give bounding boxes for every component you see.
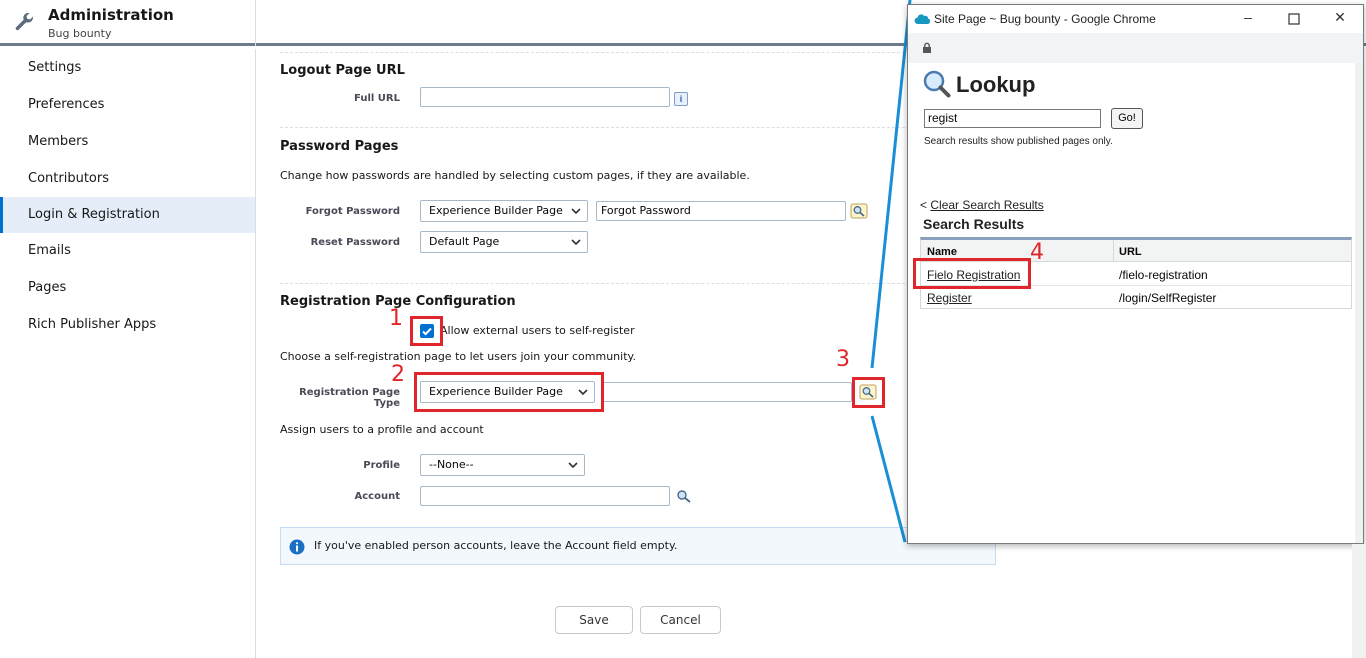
annotation-number-1: 1: [389, 306, 403, 331]
lookup-icon[interactable]: [675, 488, 693, 504]
popup-address-bar: [908, 33, 1363, 63]
section-divider: [280, 283, 920, 284]
lookup-popup-window: Site Page ~ Bug bounty - Google Chrome –…: [907, 4, 1364, 544]
save-button[interactable]: Save: [555, 606, 633, 634]
popup-titlebar: Site Page ~ Bug bounty - Google Chrome –…: [908, 5, 1363, 33]
popup-scrollbar[interactable]: [1355, 63, 1363, 543]
table-row: Register /login/SelfRegister: [921, 287, 1351, 309]
info-circle-icon: [289, 539, 305, 555]
cancel-button[interactable]: Cancel: [640, 606, 721, 634]
password-section-title: Password Pages: [280, 139, 399, 154]
magnifier-icon: [923, 70, 951, 98]
clear-search-results-link[interactable]: Clear Search Results: [930, 198, 1043, 212]
sidebar-item-preferences[interactable]: Preferences: [0, 87, 255, 123]
page-scrollbar[interactable]: [1352, 544, 1366, 658]
result-url: /fielo-registration: [1119, 268, 1208, 282]
app-title: Administration: [48, 6, 174, 24]
app-subtitle: Bug bounty: [48, 27, 112, 40]
chevron-down-icon: [571, 208, 581, 215]
header-divider: [255, 0, 256, 46]
password-description: Change how passwords are handled by sele…: [280, 169, 750, 182]
popup-window-title: Site Page ~ Bug bounty - Google Chrome: [934, 12, 1156, 26]
section-divider: [280, 127, 920, 128]
registration-choose-text: Choose a self-registration page to let u…: [280, 350, 636, 363]
profile-label: Profile: [363, 460, 400, 471]
full-url-input[interactable]: [420, 87, 670, 107]
annotation-box-1: [410, 316, 443, 346]
lookup-note: Search results show published pages only…: [924, 136, 1113, 147]
lookup-search-input[interactable]: regist: [924, 109, 1101, 128]
sidebar-item-emails[interactable]: Emails: [0, 233, 255, 269]
registration-page-input[interactable]: [602, 382, 852, 402]
profile-select[interactable]: --None--: [420, 454, 585, 476]
wrench-icon: [15, 12, 34, 31]
forgot-password-type-value: Experience Builder Page: [429, 204, 563, 217]
close-icon[interactable]: ✕: [1330, 9, 1350, 29]
annotation-number-3: 3: [836, 347, 850, 372]
registration-page-type-label: Registration Page Type: [299, 387, 400, 409]
sidebar-item-login-registration[interactable]: Login & Registration: [0, 197, 255, 233]
column-header-name: Name: [927, 246, 957, 258]
sidebar-item-contributors[interactable]: Contributors: [0, 161, 255, 197]
annotation-number-4: 4: [1030, 240, 1044, 265]
allow-self-register-label: Allow external users to self-register: [440, 324, 635, 337]
minimize-icon[interactable]: –: [1238, 9, 1258, 29]
chevron-down-icon: [568, 462, 578, 469]
sidebar: Settings Preferences Members Contributor…: [0, 49, 256, 658]
account-label: Account: [354, 491, 400, 502]
forgot-password-label: Forgot Password: [305, 206, 400, 217]
column-header-url: URL: [1119, 246, 1142, 258]
info-banner-text: If you've enabled person accounts, leave…: [314, 539, 678, 552]
annotation-box-4: [913, 258, 1031, 289]
assign-profile-text: Assign users to a profile and account: [280, 423, 484, 436]
account-input[interactable]: [420, 486, 670, 506]
chevron-down-icon: [571, 239, 581, 246]
lookup-heading: Lookup: [956, 72, 1036, 97]
profile-value: --None--: [429, 458, 474, 471]
full-url-label: Full URL: [354, 93, 400, 104]
reset-password-type-value: Default Page: [429, 235, 500, 248]
go-button[interactable]: Go!: [1111, 108, 1143, 129]
annotation-box-2: [414, 372, 604, 412]
search-results-title: Search Results: [923, 216, 1025, 232]
forgot-password-page-input[interactable]: Forgot Password: [596, 201, 846, 221]
reset-password-type-select[interactable]: Default Page: [420, 231, 588, 253]
forgot-password-type-select[interactable]: Experience Builder Page: [420, 200, 588, 222]
logout-section-title: Logout Page URL: [280, 63, 405, 78]
annotation-number-2: 2: [391, 362, 405, 387]
lock-icon: [923, 42, 931, 53]
salesforce-cloud-icon: [914, 14, 930, 25]
info-icon[interactable]: i: [674, 92, 688, 106]
sidebar-item-rich-publisher-apps[interactable]: Rich Publisher Apps: [0, 307, 255, 343]
reset-password-label: Reset Password: [310, 237, 400, 248]
section-divider: [280, 52, 920, 53]
sidebar-item-settings[interactable]: Settings: [0, 50, 255, 86]
sidebar-item-pages[interactable]: Pages: [0, 270, 255, 306]
column-divider: [1113, 240, 1114, 262]
clear-results-row: < Clear Search Results: [920, 198, 1044, 212]
maximize-icon[interactable]: [1284, 9, 1304, 29]
result-url: /login/SelfRegister: [1119, 291, 1217, 305]
sidebar-item-members[interactable]: Members: [0, 124, 255, 160]
result-name-link[interactable]: Register: [927, 291, 972, 305]
clear-results-prefix: <: [920, 198, 928, 212]
